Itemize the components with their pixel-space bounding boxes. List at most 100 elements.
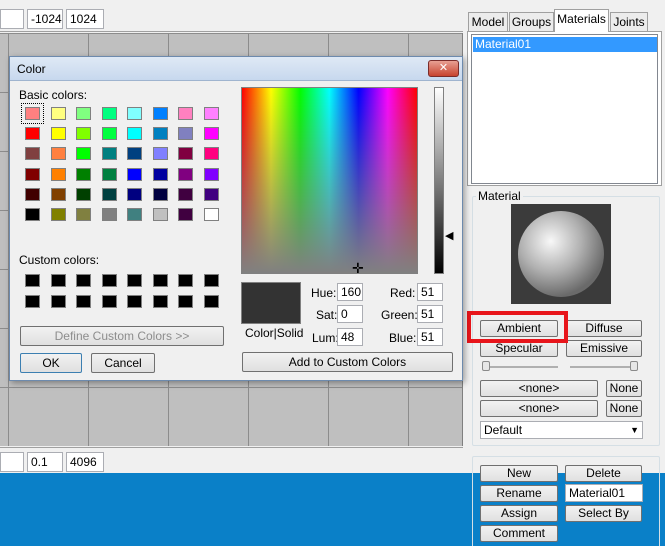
- basic-color-swatch[interactable]: [76, 167, 91, 181]
- material-name-field[interactable]: Material01: [565, 484, 643, 502]
- coord-field-prev[interactable]: [0, 9, 24, 29]
- custom-color-swatch[interactable]: [25, 295, 40, 308]
- basic-color-swatch[interactable]: [50, 127, 66, 141]
- basic-color-swatch[interactable]: [178, 107, 193, 120]
- lum-field[interactable]: 48: [337, 328, 363, 346]
- shininess-slider-track[interactable]: [484, 366, 558, 368]
- tab-joints[interactable]: Joints: [610, 12, 648, 31]
- dialog-title-bar[interactable]: Color ✕: [10, 57, 462, 81]
- basic-color-swatch[interactable]: [25, 127, 40, 141]
- blue-field[interactable]: 51: [417, 328, 443, 346]
- tab-materials[interactable]: Materials: [554, 9, 609, 32]
- basic-color-swatch[interactable]: [203, 167, 219, 181]
- texture2-button[interactable]: <none>: [480, 400, 598, 417]
- transparency-slider-track[interactable]: [570, 366, 638, 368]
- basic-color-swatch[interactable]: [76, 107, 91, 120]
- basic-color-swatch[interactable]: [50, 208, 66, 221]
- basic-color-swatch[interactable]: [152, 167, 168, 181]
- basic-color-swatch[interactable]: [101, 127, 117, 141]
- basic-color-swatch[interactable]: [127, 208, 142, 221]
- basic-color-swatch[interactable]: [152, 127, 168, 141]
- custom-color-swatch[interactable]: [127, 295, 142, 308]
- basic-color-swatch[interactable]: [101, 147, 117, 161]
- basic-color-swatch[interactable]: [25, 147, 40, 161]
- basic-color-swatch[interactable]: [101, 167, 117, 181]
- define-custom-colors-button[interactable]: Define Custom Colors >>: [20, 326, 224, 346]
- delete-button[interactable]: Delete: [565, 465, 642, 482]
- basic-color-swatch[interactable]: [152, 147, 168, 161]
- basic-color-swatch[interactable]: [76, 187, 91, 201]
- basic-color-swatch[interactable]: [76, 147, 91, 161]
- basic-color-swatch[interactable]: [127, 187, 142, 201]
- custom-color-swatch[interactable]: [50, 295, 66, 308]
- custom-color-swatch[interactable]: [203, 274, 219, 287]
- basic-color-swatch[interactable]: [50, 107, 66, 120]
- far-clip-field[interactable]: 4096: [66, 452, 104, 472]
- basic-color-swatch[interactable]: [76, 208, 91, 221]
- texture2-none-button[interactable]: None: [606, 400, 642, 417]
- basic-color-swatch[interactable]: [101, 187, 117, 201]
- hue-field[interactable]: 160: [337, 283, 363, 301]
- basic-color-swatch[interactable]: [127, 167, 142, 181]
- basic-color-swatch[interactable]: [152, 187, 168, 201]
- assign-button[interactable]: Assign: [480, 505, 558, 522]
- custom-color-swatch[interactable]: [76, 295, 91, 308]
- basic-color-swatch[interactable]: [127, 147, 142, 161]
- custom-color-swatch[interactable]: [127, 274, 142, 287]
- basic-color-swatch[interactable]: [203, 187, 219, 201]
- basic-color-swatch[interactable]: [203, 208, 219, 221]
- tab-model[interactable]: Model: [468, 12, 508, 31]
- custom-color-swatch[interactable]: [25, 274, 40, 287]
- custom-color-swatch[interactable]: [101, 274, 117, 287]
- basic-color-swatch[interactable]: [203, 147, 219, 161]
- basic-color-swatch[interactable]: [127, 107, 142, 120]
- texture1-button[interactable]: <none>: [480, 380, 598, 397]
- ok-button[interactable]: OK: [20, 353, 82, 373]
- tab-groups[interactable]: Groups: [509, 12, 554, 31]
- blend-mode-select[interactable]: Default ▼: [480, 421, 643, 439]
- close-icon[interactable]: ✕: [428, 60, 459, 77]
- select-by-button[interactable]: Select By: [565, 505, 642, 522]
- custom-color-swatch[interactable]: [152, 274, 168, 287]
- basic-color-swatch[interactable]: [50, 147, 66, 161]
- basic-color-swatch[interactable]: [127, 127, 142, 141]
- custom-color-swatch[interactable]: [178, 274, 193, 287]
- red-field[interactable]: 51: [417, 283, 443, 301]
- basic-color-swatch[interactable]: [203, 107, 219, 120]
- green-field[interactable]: 51: [417, 305, 443, 323]
- basic-color-swatch[interactable]: [178, 167, 193, 181]
- basic-color-swatch[interactable]: [101, 208, 117, 221]
- materials-list[interactable]: Material01: [471, 34, 658, 184]
- sat-field[interactable]: 0: [337, 305, 363, 323]
- custom-color-swatch[interactable]: [203, 295, 219, 308]
- transparency-slider-thumb[interactable]: [630, 361, 638, 371]
- comment-button[interactable]: Comment: [480, 525, 558, 542]
- basic-color-swatch[interactable]: [152, 208, 168, 221]
- basic-color-swatch[interactable]: [178, 147, 193, 161]
- cancel-button[interactable]: Cancel: [91, 353, 155, 373]
- custom-color-swatch[interactable]: [50, 274, 66, 287]
- texture1-none-button[interactable]: None: [606, 380, 642, 397]
- rename-button[interactable]: Rename: [480, 485, 558, 502]
- basic-color-swatch[interactable]: [152, 107, 168, 120]
- diffuse-button[interactable]: Diffuse: [566, 320, 642, 337]
- add-to-custom-colors-button[interactable]: Add to Custom Colors: [242, 352, 453, 372]
- basic-color-swatch[interactable]: [178, 127, 193, 141]
- coord-min-field[interactable]: -1024: [27, 9, 63, 29]
- near-clip-field[interactable]: 0.1: [27, 452, 63, 472]
- basic-color-swatch[interactable]: [178, 187, 193, 201]
- list-item-material01[interactable]: Material01: [473, 37, 657, 52]
- shininess-slider-thumb[interactable]: [482, 361, 490, 371]
- custom-color-swatch[interactable]: [178, 295, 193, 308]
- bottom-field-prev[interactable]: [0, 452, 24, 472]
- color-spectrum[interactable]: ✛: [241, 87, 418, 275]
- custom-color-swatch[interactable]: [101, 295, 117, 308]
- coord-max-field[interactable]: 1024: [66, 9, 104, 29]
- basic-color-swatch[interactable]: [76, 127, 91, 141]
- basic-color-swatch[interactable]: [101, 107, 117, 120]
- custom-color-swatch[interactable]: [152, 295, 168, 308]
- basic-color-swatch[interactable]: [25, 187, 40, 201]
- basic-color-swatch[interactable]: [50, 187, 66, 201]
- emissive-button[interactable]: Emissive: [566, 340, 642, 357]
- custom-color-swatch[interactable]: [76, 274, 91, 287]
